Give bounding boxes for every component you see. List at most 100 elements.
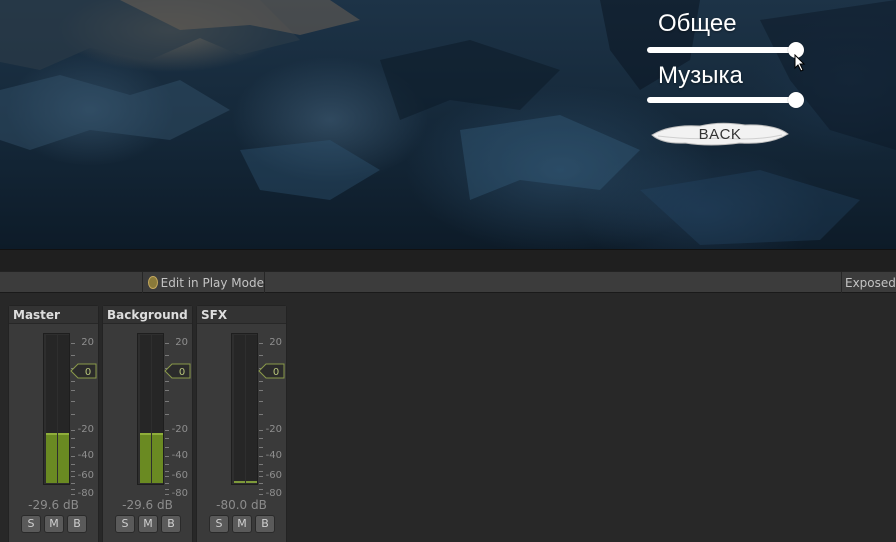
slider-track bbox=[647, 47, 796, 53]
mute-button[interactable]: M bbox=[138, 515, 158, 533]
mixer-strip-master[interactable]: Master 20 -20 -40 -60 -80 0 -29.6 dB S M B bbox=[8, 305, 99, 542]
scale-tick bbox=[165, 456, 169, 457]
music-volume-label: Музыка bbox=[658, 62, 743, 89]
general-volume-slider[interactable] bbox=[647, 42, 804, 58]
scale-label: -60 bbox=[265, 470, 282, 481]
scale-tick bbox=[259, 489, 263, 490]
level-readout: -29.6 dB bbox=[28, 498, 79, 512]
scale-tick bbox=[71, 456, 75, 457]
mixer-strip-background[interactable]: Background 20 -20 -40 -60 -80 0 -29.6 dB S M B bbox=[102, 305, 193, 542]
strip-name: Master bbox=[9, 306, 98, 324]
meter-fill bbox=[246, 481, 257, 483]
scale-tick bbox=[71, 476, 75, 477]
meter-fill bbox=[234, 481, 245, 483]
meter-fill bbox=[152, 433, 163, 483]
scale-label: -20 bbox=[265, 424, 282, 435]
meter-channel-right bbox=[58, 335, 69, 483]
bypass-button[interactable]: B bbox=[161, 515, 181, 533]
scale-tick bbox=[259, 401, 263, 402]
meter-channel-left bbox=[46, 335, 57, 483]
scale-label: 20 bbox=[81, 337, 94, 348]
scale-tick bbox=[259, 464, 263, 465]
scale-tick bbox=[165, 476, 169, 477]
fader-value-label: 0 bbox=[273, 367, 279, 378]
edit-in-play-mode-label: Edit in Play Mode bbox=[160, 275, 264, 290]
level-meter bbox=[43, 333, 70, 485]
meter-fill bbox=[58, 433, 69, 483]
exposed-parameters-dropdown[interactable]: Exposed Parameters bbox=[841, 272, 896, 293]
scale-tick bbox=[71, 447, 75, 448]
scale-tick bbox=[71, 343, 75, 344]
scale-tick bbox=[259, 447, 263, 448]
music-volume-slider[interactable] bbox=[647, 92, 804, 108]
scale-tick bbox=[165, 343, 169, 344]
scale-label: -20 bbox=[77, 424, 94, 435]
scale-label: 20 bbox=[175, 337, 188, 348]
scale-tick bbox=[165, 414, 169, 415]
mixer-strip-sfx[interactable]: SFX 20 -20 -40 -60 -80 0 -80.0 dB S M B bbox=[196, 305, 287, 542]
scale-tick bbox=[259, 430, 263, 431]
level-meter bbox=[231, 333, 258, 485]
mute-button[interactable]: M bbox=[44, 515, 64, 533]
scale-tick bbox=[165, 464, 169, 465]
game-view: Общее Музыка BACK bbox=[0, 0, 896, 249]
bypass-button[interactable]: B bbox=[67, 515, 87, 533]
level-meter bbox=[137, 333, 164, 485]
scale-tick bbox=[165, 483, 169, 484]
scale-tick bbox=[71, 494, 75, 495]
volume-fader-handle[interactable]: 0 bbox=[164, 363, 192, 383]
scale-tick bbox=[259, 355, 263, 356]
scale-tick bbox=[71, 390, 75, 391]
solo-button[interactable]: S bbox=[115, 515, 135, 533]
general-volume-label: Общее bbox=[658, 10, 737, 37]
bypass-button[interactable]: B bbox=[255, 515, 275, 533]
mouse-cursor-icon bbox=[794, 54, 806, 72]
scale-tick bbox=[71, 430, 75, 431]
scale-label: 20 bbox=[269, 337, 282, 348]
scale-tick bbox=[71, 438, 75, 439]
strip-name: Background bbox=[103, 306, 192, 324]
meter-fill bbox=[46, 433, 57, 483]
scale-label: -20 bbox=[171, 424, 188, 435]
mute-button[interactable]: M bbox=[232, 515, 252, 533]
slider-handle[interactable] bbox=[788, 92, 804, 108]
slider-track bbox=[647, 97, 796, 103]
volume-fader-handle[interactable]: 0 bbox=[258, 363, 286, 383]
scale-tick bbox=[259, 438, 263, 439]
fader-value-label: 0 bbox=[179, 367, 185, 378]
scale-tick bbox=[71, 483, 75, 484]
exposed-parameters-label: Exposed Parameters bbox=[845, 275, 896, 290]
meter-channel-left bbox=[140, 335, 151, 483]
scale-tick bbox=[165, 401, 169, 402]
scale-tick bbox=[165, 494, 169, 495]
scale-tick bbox=[71, 414, 75, 415]
panel-divider bbox=[0, 249, 896, 271]
solo-button[interactable]: S bbox=[209, 515, 229, 533]
back-button[interactable]: BACK bbox=[650, 120, 790, 148]
scale-label: -60 bbox=[171, 470, 188, 481]
scale-tick bbox=[259, 476, 263, 477]
radio-icon bbox=[148, 276, 158, 289]
scale-tick bbox=[259, 343, 263, 344]
level-readout: -80.0 dB bbox=[216, 498, 267, 512]
scale-tick bbox=[165, 447, 169, 448]
scale-tick bbox=[165, 471, 169, 472]
edit-in-play-mode-toggle[interactable]: Edit in Play Mode bbox=[142, 272, 265, 293]
scale-label: -40 bbox=[171, 450, 188, 461]
scale-label: -40 bbox=[265, 450, 282, 461]
fader-value-label: 0 bbox=[85, 367, 91, 378]
mixer-toolbar: Edit in Play Mode Exposed Parameters bbox=[0, 271, 896, 293]
volume-fader-handle[interactable]: 0 bbox=[70, 363, 98, 383]
scale-tick bbox=[259, 494, 263, 495]
scale-tick bbox=[165, 355, 169, 356]
meter-fill bbox=[140, 433, 151, 483]
scale-label: -60 bbox=[77, 470, 94, 481]
scale-tick bbox=[259, 414, 263, 415]
solo-button[interactable]: S bbox=[21, 515, 41, 533]
meter-channel-right bbox=[246, 335, 257, 483]
scale-tick bbox=[165, 390, 169, 391]
scale-tick bbox=[71, 355, 75, 356]
scale-tick bbox=[259, 483, 263, 484]
scale-tick bbox=[71, 464, 75, 465]
scale-label: -40 bbox=[77, 450, 94, 461]
